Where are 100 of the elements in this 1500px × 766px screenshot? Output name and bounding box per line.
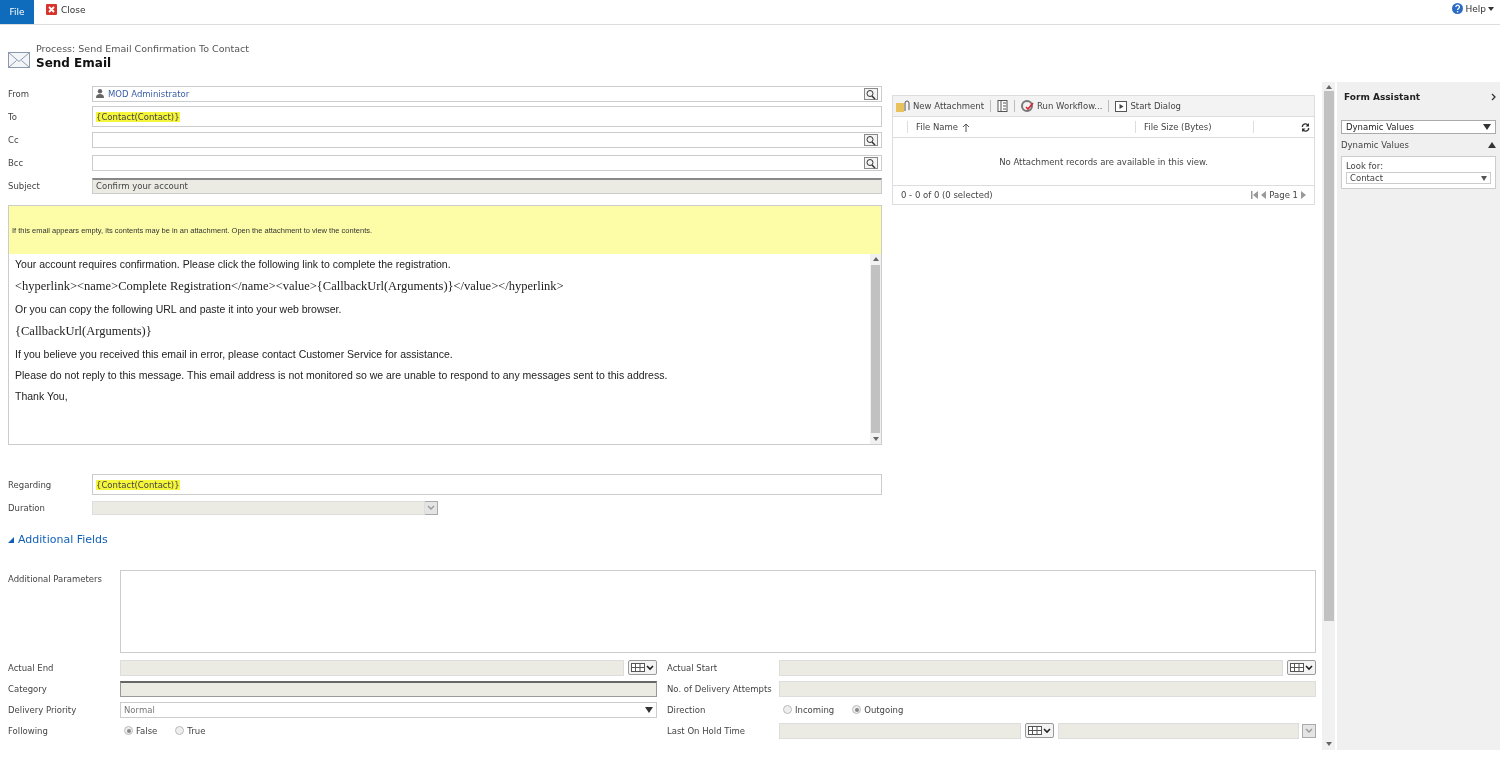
- scroll-up-icon[interactable]: [1325, 85, 1332, 89]
- toolbar-button[interactable]: Run Workflow...: [1021, 100, 1103, 112]
- workflow-icon: [1021, 100, 1035, 112]
- scrollbar[interactable]: [870, 254, 881, 444]
- previous-page-icon[interactable]: [1261, 191, 1267, 199]
- time-field[interactable]: [1057, 722, 1299, 739]
- input-field[interactable]: [120, 680, 657, 697]
- input-field[interactable]: {Contact(Contact)}: [92, 106, 882, 127]
- chevron-down-icon: [1042, 727, 1051, 734]
- process-name: Process: Send Email Confirmation To Contact: [36, 43, 250, 54]
- date-field[interactable]: [120, 659, 624, 676]
- field-label: Following: [8, 725, 49, 736]
- calendar-button[interactable]: [1287, 660, 1316, 675]
- panel-title: Form Assistant: [1344, 92, 1421, 102]
- radio-button[interactable]: [852, 705, 862, 714]
- search-icon[interactable]: [864, 133, 878, 146]
- chevron-icon[interactable]: [1491, 93, 1496, 101]
- search-icon[interactable]: [864, 156, 878, 169]
- field-value: {Contact(Contact)}: [96, 479, 180, 490]
- close-icon: [46, 4, 57, 15]
- values-dropdown[interactable]: Dynamic Values: [1341, 120, 1496, 134]
- radio-button[interactable]: [175, 726, 185, 735]
- book-icon: [997, 100, 1009, 112]
- chevron-down-icon: [646, 664, 654, 671]
- lookup-field[interactable]: [92, 131, 882, 148]
- empty-message: No Attachment records are available in this view.: [893, 138, 1314, 186]
- scrollbar[interactable]: [1322, 82, 1335, 750]
- field-label: No. of Delivery Attempts: [667, 683, 773, 694]
- text-area[interactable]: [120, 570, 1316, 653]
- field-value: Confirm your account: [96, 181, 188, 191]
- field-label: Actual Start: [667, 662, 719, 673]
- field-label: Delivery Priority: [8, 704, 78, 715]
- field-label: Subject: [8, 180, 41, 191]
- field-label: To: [8, 111, 18, 122]
- body-paragraph: {CallbackUrl(Arguments)}: [15, 324, 153, 339]
- body-paragraph: Or you can copy the following URL and paste it into your web browser.: [15, 303, 343, 315]
- column-header[interactable]: File Size (Bytes): [1135, 121, 1253, 133]
- scroll-up-icon[interactable]: [872, 257, 879, 261]
- calendar-button[interactable]: [628, 660, 657, 675]
- file-tab[interactable]: File: [0, 0, 34, 24]
- field-label: Look for:: [1346, 161, 1384, 171]
- caret-icon: [645, 706, 653, 713]
- date-field[interactable]: [779, 659, 1283, 676]
- field-label: Regarding: [8, 479, 53, 490]
- section-toggle[interactable]: Additional Fields: [8, 533, 108, 546]
- next-page-icon[interactable]: [1301, 191, 1306, 199]
- toolbar-button[interactable]: [997, 100, 1009, 112]
- close-button[interactable]: Close: [46, 0, 86, 19]
- field-value: {Contact(Contact)}: [96, 111, 180, 122]
- calendar-button[interactable]: [1024, 723, 1054, 738]
- lookup-field[interactable]: MOD Administrator: [92, 85, 882, 102]
- paperclip-icon: [896, 100, 910, 112]
- field-label: Direction: [667, 704, 707, 715]
- record-count: 0 - 0 of 0 (0 selected): [901, 190, 993, 200]
- help-icon: [1452, 3, 1464, 14]
- scroll-down-icon[interactable]: [1325, 742, 1332, 746]
- lookup-field[interactable]: [92, 154, 882, 171]
- dropdown-button[interactable]: [1302, 723, 1316, 738]
- field-label: Additional Parameters: [8, 573, 104, 586]
- caret-icon: [1481, 175, 1487, 181]
- field-label: Category: [8, 683, 48, 694]
- toolbar-button[interactable]: Start Dialog: [1115, 100, 1181, 112]
- body-paragraph: Your account requires confirmation. Please click the following link to complete the registration.: [15, 258, 452, 270]
- toolbar-button[interactable]: New Attachment: [896, 100, 985, 112]
- column-header[interactable]: File Name: [907, 121, 1135, 133]
- duration-field[interactable]: [92, 500, 425, 515]
- search-icon[interactable]: [864, 87, 878, 100]
- person-icon: [96, 89, 104, 98]
- priority-dropdown[interactable]: Normal: [120, 701, 657, 718]
- radio-option[interactable]: False: [120, 725, 158, 736]
- page-number: Page 1: [1269, 190, 1298, 200]
- look-for-dropdown[interactable]: Contact: [1346, 172, 1491, 184]
- field-label: Cc: [8, 134, 20, 145]
- radio-button[interactable]: [124, 726, 133, 735]
- body-paragraph: Thank You,: [15, 390, 69, 402]
- radio-button[interactable]: [783, 705, 792, 714]
- body-paragraph: <hyperlink><name>Complete Registration</name><value>{CallbackUrl(Arguments)}</value></hyperlink>: [15, 279, 565, 294]
- play-icon: [1115, 100, 1128, 112]
- input-field[interactable]: {Contact(Contact)}: [92, 474, 882, 495]
- scroll-down-icon[interactable]: [872, 437, 879, 441]
- section-header[interactable]: Dynamic Values: [1341, 140, 1496, 150]
- first-page-icon[interactable]: [1251, 191, 1259, 199]
- field-label: Duration: [8, 502, 46, 513]
- radio-option[interactable]: Incoming: [779, 704, 835, 715]
- refresh-icon[interactable]: [1301, 122, 1310, 132]
- chevron-down-icon: [427, 504, 435, 511]
- caret-icon: [1483, 124, 1491, 130]
- help-button[interactable]: Help: [1452, 0, 1494, 17]
- date-field[interactable]: [779, 722, 1021, 739]
- input-field[interactable]: Confirm your account: [92, 177, 882, 194]
- calendar-icon: [1027, 726, 1042, 735]
- chevron-down-icon: [1305, 664, 1313, 671]
- field-label: Actual End: [8, 662, 55, 673]
- envelope-icon: [8, 52, 30, 68]
- radio-option[interactable]: Outgoing: [848, 704, 904, 715]
- chevron-down-icon: [1305, 727, 1313, 734]
- calendar-icon: [631, 663, 645, 672]
- field-label: Last On Hold Time: [667, 725, 747, 736]
- radio-option[interactable]: True: [171, 725, 206, 736]
- form-title: Send Email: [36, 56, 113, 70]
